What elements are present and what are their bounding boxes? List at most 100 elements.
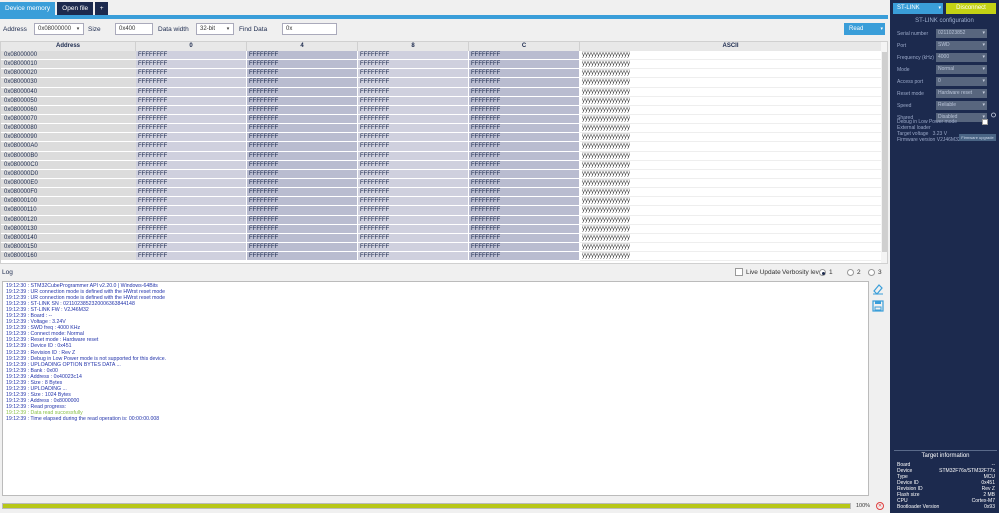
find-data-field[interactable]: 0x	[282, 23, 337, 35]
memory-cell[interactable]: FFFFFFFF	[469, 124, 580, 134]
memory-cell[interactable]: FFFFFFFF	[136, 197, 247, 207]
memory-cell[interactable]: FFFFFFFF	[469, 206, 580, 216]
memory-cell[interactable]: FFFFFFFF	[358, 188, 469, 198]
column-header[interactable]: 4	[247, 42, 358, 51]
config-select[interactable]: Reliable	[936, 101, 987, 110]
memory-cell[interactable]: FFFFFFFF	[469, 87, 580, 97]
config-select[interactable]: Normal	[936, 65, 987, 74]
memory-cell[interactable]: FFFFFFFF	[469, 215, 580, 225]
memory-cell[interactable]: FFFFFFFF	[358, 124, 469, 134]
live-update-checkbox[interactable]	[735, 268, 743, 276]
memory-cell[interactable]: FFFFFFFF	[358, 114, 469, 125]
table-row[interactable]: 0x08000140 FFFFFFFF FFFFFFFF FFFFFFFF FFFFFF…	[1, 233, 881, 243]
table-row[interactable]: 0x080000C0 FFFFFFFF FFFFFFFF FFFFFFFF FFFFFF…	[1, 160, 881, 170]
column-header[interactable]: 8	[358, 42, 469, 51]
firmware-upgrade-button[interactable]: Firmware upgrade	[959, 134, 996, 141]
memory-cell[interactable]: FFFFFFFF	[136, 114, 247, 125]
config-select[interactable]: SWD	[936, 41, 987, 50]
memory-cell[interactable]: FFFFFFFF	[469, 224, 580, 234]
verbosity-radio-2[interactable]	[847, 269, 854, 276]
verbosity-radio-3[interactable]	[868, 269, 875, 276]
table-row[interactable]: 0x08000020 FFFFFFFF FFFFFFFF FFFFFFFF FFFFFF…	[1, 69, 881, 79]
memory-cell[interactable]: FFFFFFFF	[358, 224, 469, 234]
table-row[interactable]: 0x08000160 FFFFFFFF FFFFFFFF FFFFFFFF FFFFFF…	[1, 252, 881, 262]
memory-cell[interactable]: FFFFFFFF	[469, 69, 580, 79]
save-icon[interactable]	[872, 300, 884, 312]
table-row[interactable]: 0x08000090 FFFFFFFF FFFFFFFF FFFFFFFF FFFFFF…	[1, 133, 881, 143]
column-header[interactable]: C	[469, 42, 580, 51]
memory-cell[interactable]: FFFFFFFF	[136, 188, 247, 198]
memory-cell[interactable]: FFFFFFFF	[136, 215, 247, 225]
scrollbar-thumb[interactable]	[882, 52, 887, 252]
table-row[interactable]: 0x08000000 FFFFFFFF FFFFFFFF FFFFFFFF FFFFFF…	[1, 51, 881, 61]
table-row[interactable]: 0x080000A0 FFFFFFFF FFFFFFFF FFFFFFFF FFFFFF…	[1, 142, 881, 152]
debug-low-power-checkbox[interactable]	[982, 119, 988, 125]
memory-cell[interactable]: FFFFFFFF	[469, 242, 580, 253]
memory-cell[interactable]: FFFFFFFF	[358, 51, 469, 61]
table-row[interactable]: 0x08000070 FFFFFFFF FFFFFFFF FFFFFFFF FFFFFF…	[1, 114, 881, 125]
memory-cell[interactable]: FFFFFFFF	[358, 242, 469, 253]
log-output[interactable]: 19:12:30 : STM32CubeProgrammer API v2.20…	[2, 281, 869, 496]
memory-cell[interactable]: FFFFFFFF	[247, 151, 358, 161]
memory-cell[interactable]: FFFFFFFF	[136, 105, 247, 115]
memory-cell[interactable]: FFFFFFFF	[136, 242, 247, 253]
memory-cell[interactable]: FFFFFFFF	[247, 142, 358, 152]
address-field[interactable]: 0x08000000 ▾	[34, 23, 84, 35]
memory-cell[interactable]: FFFFFFFF	[358, 133, 469, 143]
memory-cell[interactable]: FFFFFFFF	[247, 224, 358, 234]
memory-cell[interactable]: FFFFFFFF	[358, 78, 469, 88]
memory-cell[interactable]: FFFFFFFF	[358, 178, 469, 189]
tab-open-file[interactable]: Open file	[57, 2, 94, 15]
memory-cell[interactable]: FFFFFFFF	[358, 87, 469, 97]
memory-cell[interactable]: FFFFFFFF	[136, 178, 247, 189]
memory-cell[interactable]: FFFFFFFF	[247, 69, 358, 79]
cancel-icon[interactable]: ✕	[876, 502, 884, 510]
memory-cell[interactable]: FFFFFFFF	[469, 160, 580, 170]
table-row[interactable]: 0x08000050 FFFFFFFF FFFFFFFF FFFFFFFF FFFFFF…	[1, 96, 881, 106]
memory-cell[interactable]: FFFFFFFF	[247, 133, 358, 143]
config-select[interactable]: 0211023852	[936, 29, 987, 38]
memory-cell[interactable]: FFFFFFFF	[247, 252, 358, 262]
memory-cell[interactable]: FFFFFFFF	[136, 87, 247, 97]
table-row[interactable]: 0x08000110 FFFFFFFF FFFFFFFF FFFFFFFF FFFFFF…	[1, 206, 881, 216]
data-width-select[interactable]: 32-bit ▾	[196, 23, 234, 35]
memory-cell[interactable]: FFFFFFFF	[247, 96, 358, 106]
memory-cell[interactable]: FFFFFFFF	[469, 151, 580, 161]
memory-cell[interactable]: FFFFFFFF	[469, 197, 580, 207]
memory-cell[interactable]: FFFFFFFF	[469, 51, 580, 61]
memory-cell[interactable]: FFFFFFFF	[358, 252, 469, 262]
table-row[interactable]: 0x080000B0 FFFFFFFF FFFFFFFF FFFFFFFF FFFFFF…	[1, 151, 881, 161]
refresh-icon[interactable]	[991, 112, 996, 118]
column-header[interactable]: Address	[1, 42, 136, 51]
memory-cell[interactable]: FFFFFFFF	[247, 105, 358, 115]
memory-cell[interactable]: FFFFFFFF	[247, 206, 358, 216]
memory-cell[interactable]: FFFFFFFF	[469, 114, 580, 125]
add-tab-button[interactable]: +	[95, 2, 109, 15]
memory-cell[interactable]: FFFFFFFF	[247, 114, 358, 125]
memory-cell[interactable]: FFFFFFFF	[247, 233, 358, 243]
memory-cell[interactable]: FFFFFFFF	[247, 197, 358, 207]
memory-cell[interactable]: FFFFFFFF	[136, 78, 247, 88]
memory-cell[interactable]: FFFFFFFF	[247, 160, 358, 170]
table-row[interactable]: 0x080000D0 FFFFFFFF FFFFFFFF FFFFFFFF FFFFFF…	[1, 169, 881, 179]
memory-cell[interactable]: FFFFFFFF	[136, 133, 247, 143]
memory-cell[interactable]: FFFFFFFF	[469, 78, 580, 88]
table-row[interactable]: 0x08000130 FFFFFFFF FFFFFFFF FFFFFFFF FFFFFF…	[1, 224, 881, 234]
table-row[interactable]: 0x08000010 FFFFFFFF FFFFFFFF FFFFFFFF FFFFFF…	[1, 60, 881, 70]
memory-cell[interactable]: FFFFFFFF	[247, 78, 358, 88]
table-row[interactable]: 0x08000030 FFFFFFFF FFFFFFFF FFFFFFFF FFFFFF…	[1, 78, 881, 88]
memory-cell[interactable]: FFFFFFFF	[469, 133, 580, 143]
memory-cell[interactable]: FFFFFFFF	[136, 224, 247, 234]
memory-cell[interactable]: FFFFFFFF	[136, 206, 247, 216]
memory-cell[interactable]: FFFFFFFF	[247, 124, 358, 134]
eraser-icon[interactable]	[872, 283, 884, 295]
memory-cell[interactable]: FFFFFFFF	[358, 160, 469, 170]
memory-cell[interactable]: FFFFFFFF	[247, 242, 358, 253]
tab-device-memory[interactable]: Device memory	[0, 2, 56, 15]
memory-cell[interactable]: FFFFFFFF	[136, 60, 247, 70]
memory-cell[interactable]: FFFFFFFF	[469, 105, 580, 115]
table-row[interactable]: 0x080000F0 FFFFFFFF FFFFFFFF FFFFFFFF FFFFFF…	[1, 188, 881, 198]
memory-cell[interactable]: FFFFFFFF	[247, 188, 358, 198]
memory-cell[interactable]: FFFFFFFF	[358, 96, 469, 106]
memory-cell[interactable]: FFFFFFFF	[358, 142, 469, 152]
